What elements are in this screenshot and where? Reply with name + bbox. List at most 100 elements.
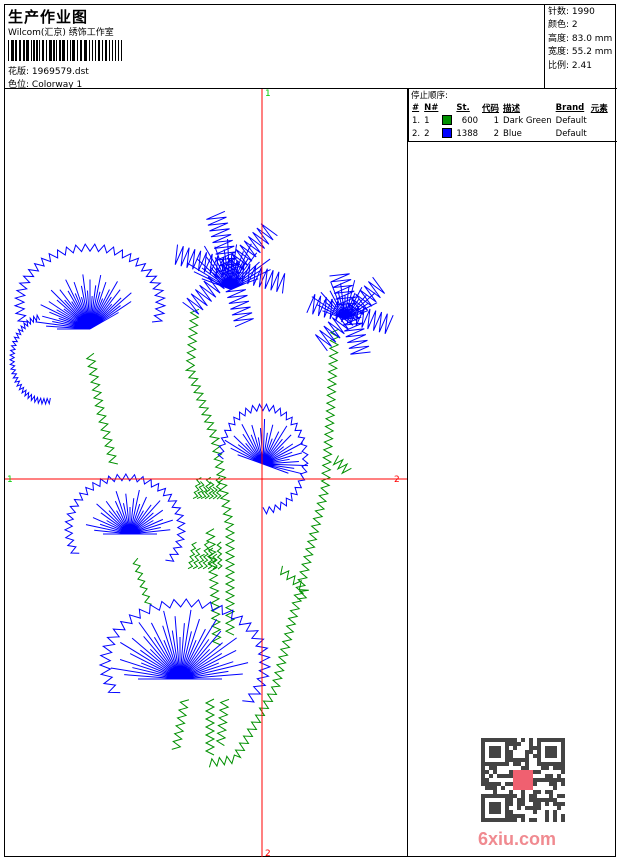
barcode-bar (112, 40, 114, 61)
barcode-bar (101, 40, 104, 61)
stem (184, 308, 236, 636)
row-swatch-cell (440, 114, 454, 127)
design-height: 高度: 83.0 mm (548, 33, 613, 44)
row-code: 1 (493, 115, 500, 126)
row-index: 1. (412, 115, 421, 126)
barcode-bar (121, 40, 123, 61)
design-file: 花版: 1969579.dst (8, 64, 89, 77)
barcode-bar (77, 40, 79, 61)
barcode-bar (23, 40, 25, 61)
flower-fan (224, 419, 308, 475)
barcode-bar (84, 40, 87, 61)
flower-fan (85, 489, 173, 535)
barcode-bar (53, 40, 55, 61)
col-swatch (440, 101, 454, 114)
barcode-bar (26, 40, 29, 61)
stem (132, 557, 152, 605)
col-stitches: St. (456, 102, 470, 113)
barcode-bar (89, 40, 91, 61)
stem (204, 698, 216, 756)
barcode (8, 40, 124, 61)
embroidery-preview: 1 2 1 2 (5, 89, 407, 857)
legend-table: # N# St. 代码 描述 Brand 元素 1. 1 600 1 Dark … (410, 101, 610, 140)
barcode-bar (66, 40, 69, 61)
row-brand: Default (555, 115, 587, 126)
design-stats: 针数: 1990 颜色: 2 高度: 83.0 mm 宽度: 55.2 mm 比… (545, 4, 617, 89)
row-element (589, 127, 610, 140)
barcode-bar (11, 40, 14, 61)
company-name: Wilcom(汇京) 绣饰工作室 (8, 28, 114, 38)
barcode-bar (36, 40, 38, 61)
barcode-bar (41, 40, 45, 61)
barcode-bar (56, 40, 58, 61)
design-scale: 比例: 2.41 (548, 60, 592, 71)
row-swatch-cell (440, 127, 454, 140)
grass (202, 541, 210, 570)
barcode-bar (69, 40, 71, 61)
color-count: 颜色: 2 (548, 20, 578, 31)
stem (208, 328, 340, 768)
barcode-bar (108, 40, 111, 61)
barcode-bar (15, 40, 17, 61)
barcode-bar (94, 40, 96, 61)
stitch-paths (8, 210, 394, 768)
barcode-bar (104, 40, 108, 61)
legend-title: 停止顺序: (411, 91, 448, 101)
stem (85, 352, 118, 465)
axis-label-right: 2 (394, 475, 400, 485)
barcode-bar (91, 40, 94, 61)
design-label: 花版: (8, 67, 30, 77)
barcode-bar (18, 40, 22, 61)
row-stitches: 1388 (456, 128, 479, 139)
header: 生产作业图 Wilcom(汇京) 绣饰工作室 花版: 1969579.dst 色… (4, 4, 545, 90)
row-number: 2 (424, 128, 430, 139)
table-row: 2. 2 1388 2 Blue Default (410, 127, 610, 140)
col-element: 元素 (590, 103, 608, 114)
row-desc: Blue (503, 128, 522, 139)
grass (216, 541, 223, 570)
petal-outline (8, 313, 51, 406)
stem (171, 699, 190, 750)
barcode-bar (59, 40, 61, 61)
row-code: 2 (493, 128, 500, 139)
stem (215, 698, 230, 746)
qr-code (481, 738, 565, 822)
barcode-bar (49, 40, 52, 61)
barcode-bar (97, 40, 101, 61)
col-index: # (412, 102, 420, 113)
grass (192, 547, 201, 570)
barcode-bar (8, 40, 10, 61)
row-number: 1 (424, 115, 430, 126)
barcode-bar (79, 40, 83, 61)
barcode-bar (62, 40, 65, 61)
barcode-bar (117, 40, 120, 61)
row-element (589, 114, 610, 127)
col-number: N# (424, 102, 439, 113)
axis-label-left: 1 (7, 475, 13, 485)
barcode-bar (33, 40, 35, 61)
barcode-bar (39, 40, 41, 61)
axis-label-bottom: 2 (265, 849, 271, 857)
col-desc: 描述 (503, 103, 521, 114)
watermark-logo: 6xiu.com (478, 829, 557, 849)
barcode-bar (114, 40, 117, 61)
page-title: 生产作业图 (8, 8, 89, 26)
row-stitches: 600 (461, 115, 479, 126)
leaf (332, 455, 352, 475)
color-swatch (442, 115, 453, 126)
flower-fan (35, 274, 132, 330)
star-leaf (174, 244, 231, 279)
stitch-count: 针数: 1990 (548, 7, 595, 17)
table-row: 1. 1 600 1 Dark Green Default (410, 114, 610, 127)
design-width: 宽度: 55.2 mm (548, 47, 613, 58)
barcode-bar (72, 40, 76, 61)
color-swatch (442, 128, 453, 139)
legend-header: # N# St. 代码 描述 Brand 元素 (410, 101, 610, 114)
stop-sequence-legend: 停止顺序: # N# St. 代码 描述 Brand 元素 1. 1 600 1… (408, 88, 617, 142)
barcode-bar (45, 40, 48, 61)
seal-stamp (513, 770, 533, 790)
row-desc: Dark Green (503, 115, 552, 126)
col-brand: Brand (555, 102, 585, 113)
grass (187, 541, 197, 570)
row-brand: Default (555, 128, 587, 139)
